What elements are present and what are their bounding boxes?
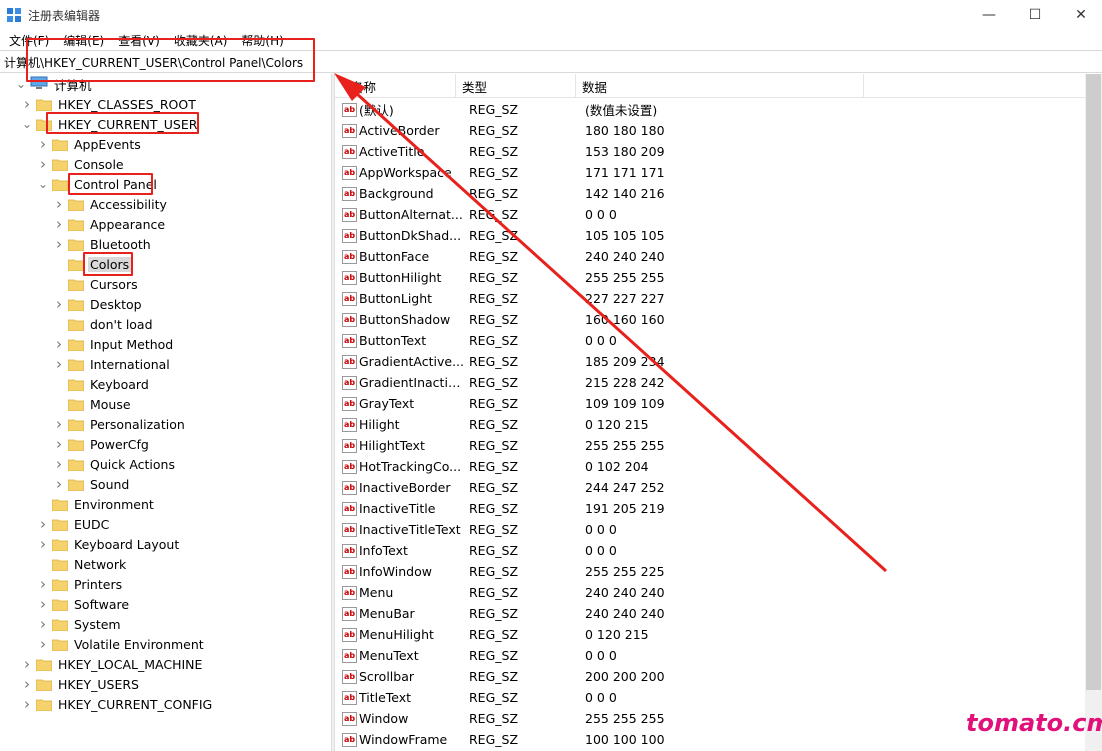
watermark: tomato.cm [966, 709, 1102, 737]
annotation-arrow [334, 73, 888, 573]
